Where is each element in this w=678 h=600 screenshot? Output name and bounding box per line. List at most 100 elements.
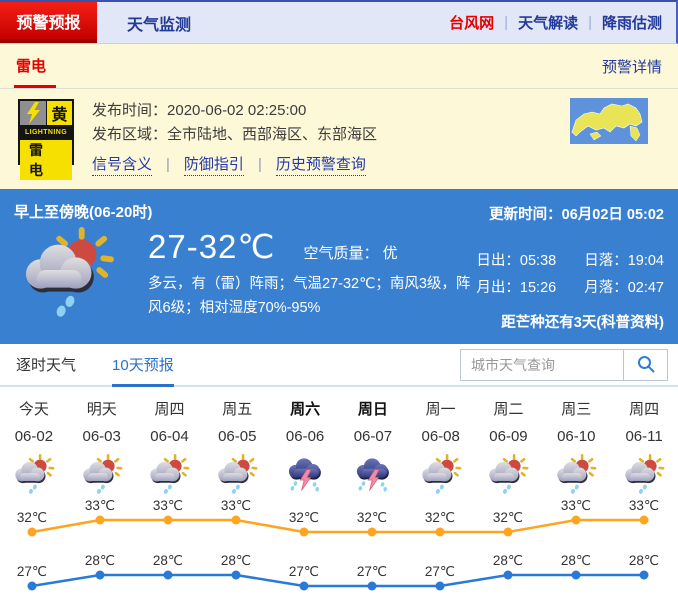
shower-icon [0,451,68,497]
shower-icon [136,451,204,497]
solar-term-link[interactable]: 距芒种还有3天(科普资料) [501,311,664,332]
svg-text:28℃: 28℃ [85,553,115,568]
day-date: 06-04 [136,423,204,451]
tab-warning-forecast[interactable]: 预警预报 [0,2,97,43]
day-name: 今天 [0,397,68,423]
tab-ten-day-forecast[interactable]: 10天预报 [112,344,174,387]
moonset: 月落：02:47 [584,276,664,297]
day-date: 06-08 [407,423,475,451]
svg-text:33℃: 33℃ [153,498,183,513]
temp-row: 27-32℃ 空气质量： 优 [148,227,398,266]
day-name: 周一 [407,397,475,423]
publish-time-line: 发布时间：2020-06-02 02:25:00 [92,99,377,123]
badge-top-row: 黄 [20,101,72,125]
air-quality-value: 优 [383,245,398,262]
weather-icons-row [0,451,678,497]
header-link[interactable]: 降雨估测 [602,12,662,33]
thunderstorm-icon [271,451,339,497]
svg-text:32℃: 32℃ [17,510,47,525]
svg-text:33℃: 33℃ [85,498,115,513]
update-time-value: 06月02日 05:02 [562,207,664,223]
weather-page: 预警预报 天气监测 台风网 | 天气解读 | 降雨估测 雷电 预警详情 黄 LIGHTN… [0,0,678,600]
svg-text:27℃: 27℃ [425,564,455,579]
day-date: 06-03 [68,423,136,451]
alert-body: 黄 LIGHTNING 雷电 发布时间：2020-06-02 02:25:00 … [0,89,678,189]
air-quality-label: 空气质量： [303,245,378,262]
sunrise: 日出：05:38 [476,249,556,270]
day-date: 06-05 [203,423,271,451]
shower-icon [68,451,136,497]
badge-type-cn: 雷电 [20,140,72,180]
region-map [570,98,648,149]
svg-text:28℃: 28℃ [629,553,659,568]
header-links: 台风网 | 天气解读 | 降雨估测 [449,2,676,43]
top-nav: 预警预报 天气监测 台风网 | 天气解读 | 降雨估测 [0,0,678,44]
day-date: 06-11 [610,423,678,451]
svg-text:33℃: 33℃ [561,498,591,513]
svg-text:28℃: 28℃ [493,553,523,568]
header-link[interactable]: 台风网 [449,12,494,33]
badge-type-en: LIGHTNING [20,126,72,139]
sunset: 日落：19:04 [584,249,664,270]
day-name: 周四 [136,397,204,423]
header-link[interactable]: 天气解读 [518,12,578,33]
sun-moon-times: 日出：05:38 日落：19:04 月出：15:26 月落：02:47 [476,249,664,297]
alert-link-divider: | [258,156,262,173]
publish-area-value: 全市陆地、西部海区、东部海区 [167,126,377,143]
svg-text:27℃: 27℃ [289,564,319,579]
current-conditions-panel: 早上至傍晚(06-20时) 27-32℃ 空气质量： 优 多云，有（雷）阵雨；气… [0,189,678,344]
publish-time-value: 2020-06-02 02:25:00 [167,102,306,119]
lightning-warning-badge: 黄 LIGHTNING 雷电 [18,99,74,165]
lightning-bolt-icon [20,101,46,125]
alert-section: 雷电 预警详情 黄 LIGHTNING 雷电 发布时间：20 [0,44,678,189]
alert-info: 发布时间：2020-06-02 02:25:00 发布区域：全市陆地、西部海区、… [92,99,377,189]
svg-text:32℃: 32℃ [289,510,319,525]
city-search-input[interactable] [461,350,623,380]
thunderstorm-icon [339,451,407,497]
header-link-divider: | [588,14,592,31]
day-name: 周四 [610,397,678,423]
alert-link[interactable]: 历史预警查询 [276,153,366,176]
search-icon [636,354,656,377]
air-quality: 空气质量： 优 [303,242,397,263]
alert-active-underline [14,85,56,88]
day-name: 周日 [339,397,407,423]
moonrise: 月出：15:26 [476,276,556,297]
city-search-box [460,349,668,381]
forecast-period-title: 早上至傍晚(06-20时) [14,201,152,222]
svg-text:33℃: 33℃ [221,498,251,513]
day-date: 06-09 [475,423,543,451]
day-date: 06-10 [542,423,610,451]
alert-link-divider: | [166,156,170,173]
day-date: 06-06 [271,423,339,451]
svg-text:27℃: 27℃ [17,564,47,579]
update-time: 更新时间：06月02日 05:02 [489,203,664,224]
tab-weather-monitor[interactable]: 天气监测 [97,2,221,43]
publish-area-line: 发布区域：全市陆地、西部海区、东部海区 [92,123,377,147]
svg-text:27℃: 27℃ [357,564,387,579]
alert-link[interactable]: 防御指引 [184,153,244,176]
weather-description: 多云，有（雷）阵雨；气温27-32℃；南风3级，阵风6级；相对湿度70%-95% [148,273,472,321]
alert-type-label[interactable]: 雷电 [16,55,46,76]
alert-details-link[interactable]: 预警详情 [602,56,662,77]
update-time-label: 更新时间： [489,207,562,223]
publish-time-label: 发布时间： [92,102,167,119]
day-name: 周二 [475,397,543,423]
temperature-range: 27-32℃ [148,227,275,266]
temperature-line-chart: 32℃33℃33℃33℃32℃32℃32℃32℃33℃33℃27℃28℃28℃2… [0,497,678,600]
day-names-row: 今天明天周四周五周六周日周一周二周三周四 [0,397,678,423]
alert-link[interactable]: 信号含义 [92,153,152,176]
svg-text:28℃: 28℃ [153,553,183,568]
alert-links: 信号含义 | 防御指引 | 历史预警查询 [92,153,377,176]
header-link-divider: | [504,14,508,31]
ten-day-forecast: 今天明天周四周五周六周日周一周二周三周四 06-0206-0306-0406-0… [0,387,678,599]
dates-row: 06-0206-0306-0406-0506-0606-0706-0806-09… [0,423,678,451]
svg-text:32℃: 32℃ [357,510,387,525]
tab-hourly-weather[interactable]: 逐时天气 [16,344,76,385]
svg-text:32℃: 32℃ [493,510,523,525]
shower-icon [475,451,543,497]
alert-header: 雷电 预警详情 [0,44,678,89]
day-date: 06-07 [339,423,407,451]
search-button[interactable] [623,350,667,380]
publish-area-label: 发布区域： [92,126,167,143]
